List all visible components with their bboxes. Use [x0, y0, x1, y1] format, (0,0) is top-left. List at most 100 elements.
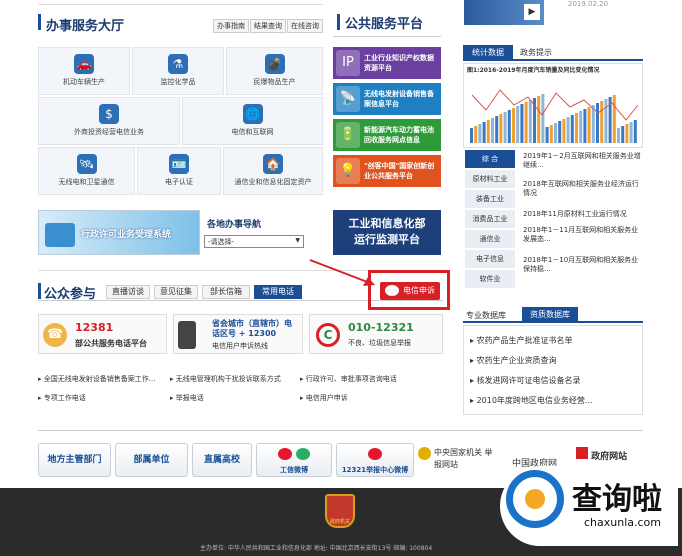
local-authorities-button[interactable]: 地方主管部门: [38, 443, 111, 477]
watermark-url: chaxunla.com: [584, 516, 661, 529]
chart-bar: [554, 123, 557, 143]
tile-label: 机动车辆生产: [63, 78, 105, 86]
tab-notice[interactable]: 政务提示: [520, 47, 552, 58]
region-select[interactable]: -请选择- ▼: [204, 235, 304, 248]
tab-opinion[interactable]: 意见征集: [154, 285, 198, 299]
licensing-banner[interactable]: 行政许可业务受理系统: [38, 210, 200, 255]
monitor-line1: 工业和信息化部: [348, 217, 426, 230]
hotline-12321[interactable]: C 010-12321 不良、垃圾信息举报: [309, 314, 443, 354]
tile-vehicle[interactable]: 🚗 机动车辆生产: [38, 47, 130, 95]
tile-explosive[interactable]: 💣 民爆物品生产: [226, 47, 323, 95]
chart-bar: [566, 117, 570, 143]
weibo-label: 工信微博: [280, 466, 308, 474]
chart-bar: [575, 113, 578, 143]
db-item[interactable]: ▸ 农药生产企业资质查询: [470, 355, 557, 366]
news-photo[interactable]: ▶: [464, 0, 544, 25]
tile-label: 电子认证: [165, 178, 193, 186]
play-icon: ▶: [524, 4, 540, 20]
stats-cat-telecom[interactable]: 通信业: [465, 230, 515, 249]
stats-cat-general[interactable]: 综 合: [465, 150, 515, 169]
service-hall-title: 办事服务大厅: [46, 19, 125, 34]
tab-professional-db[interactable]: 专业数据库: [466, 310, 506, 321]
stats-cat-electronics[interactable]: 电子信息: [465, 250, 515, 269]
stats-item[interactable]: 2018年1－10月互联网和相关服务业保持稳...: [523, 256, 643, 274]
tile-e-cert[interactable]: 🪪 电子认证: [137, 147, 221, 195]
chart-bar: [545, 127, 549, 143]
battery-icon: 🔋: [336, 122, 360, 148]
link-label: 全国无线电发射设备销售备案工作...: [43, 375, 156, 383]
subordinate-units-button[interactable]: 部属单位: [115, 443, 188, 477]
stats-cat-consumer[interactable]: 消费品工业: [465, 210, 515, 229]
stats-item[interactable]: 2018年互联网和相关服务业经济运行情况: [523, 180, 643, 198]
stats-cat-equipment[interactable]: 装备工业: [465, 190, 515, 209]
platform-title: 公共服务平台: [345, 17, 424, 32]
universities-button[interactable]: 直属高校: [192, 443, 252, 477]
participation-link[interactable]: ▸ 无线电管理机构干扰投诉联系方式: [170, 374, 281, 384]
platform-ip[interactable]: IP 工业行业知识产权数据资源平台: [333, 47, 441, 79]
chart-bar: [507, 110, 511, 143]
db-item-label: 农药生产企业资质查询: [476, 356, 557, 365]
chart-bar: [612, 95, 616, 143]
participation-link[interactable]: ▸ 专项工作电话: [38, 393, 86, 403]
db-item-label: 农药产品生产批准证书名单: [476, 336, 573, 345]
tab-stats[interactable]: 统计数据: [463, 45, 513, 61]
tile-radio[interactable]: 🛰 无线电和卫星通信: [38, 147, 135, 195]
tab-guide[interactable]: 办事指南: [213, 19, 249, 33]
chart-bar: [583, 109, 587, 143]
tile-fixed-assets[interactable]: 🏠 通信业和信息化固定资产: [223, 147, 323, 195]
platform-radio[interactable]: 📡 无线电发射设备销售备案信息平台: [333, 83, 441, 115]
tab-live-interview[interactable]: 直播访谈: [106, 285, 150, 299]
stats-item[interactable]: 2019年1－2月互联网和相关服务业增继续...: [523, 152, 643, 170]
db-item[interactable]: ▸ 2010年度跨地区电信业务经营...: [470, 395, 593, 406]
tab-online-consult[interactable]: 在线咨询: [287, 19, 323, 33]
chart-bar: [604, 99, 608, 143]
stats-item[interactable]: 2018年1－11月互联网和相关服务业发展态...: [523, 226, 643, 244]
participation-link[interactable]: ▸ 举报电话: [170, 393, 204, 403]
platform-battery[interactable]: 🔋 新能源汽车动力蓄电池回收服务网点信息: [333, 119, 441, 151]
chart-bars: [470, 94, 637, 143]
tile-internet[interactable]: 🌐 电信和互联网: [182, 97, 323, 145]
chevron-down-icon: ▼: [295, 237, 300, 244]
stop-sign-icon: C: [316, 323, 340, 347]
participation-link[interactable]: ▸ 全国无线电发射设备销售备案工作...: [38, 374, 155, 384]
mobile-icon: [178, 321, 196, 349]
participation-link[interactable]: ▸ 行政许可、审批事项咨询电话: [300, 374, 397, 384]
chat-bubble-icon: [385, 285, 399, 296]
chart-bar: [516, 106, 520, 143]
tab-qualification-db[interactable]: 资质数据库: [522, 307, 578, 323]
tab-minister-mailbox[interactable]: 部长信箱: [202, 285, 250, 299]
tab-result-query[interactable]: 结果查询: [250, 19, 286, 33]
link-label: 无线电管理机构干扰投诉联系方式: [175, 375, 281, 383]
tab-common-phones[interactable]: 常用电话: [254, 285, 302, 299]
weibo-icon: [278, 448, 293, 460]
weibo-icon: [368, 448, 382, 460]
tile-foreign-telecom[interactable]: $ 外商投资经营电信业务: [38, 97, 180, 145]
chart-bar: [549, 125, 553, 143]
complaint-button[interactable]: 电信申诉: [380, 282, 440, 300]
tile-chemical[interactable]: ⚗ 监控化学品: [132, 47, 224, 95]
chart-thumbnail[interactable]: 图1:2016-2019年月度汽车销量及同比变化情况: [463, 63, 643, 148]
tile-label: 电信和互联网: [231, 128, 274, 136]
weibo-button[interactable]: 工信微博: [256, 443, 332, 477]
dollar-icon: $: [99, 104, 119, 124]
gov-website-link[interactable]: 政府网站: [576, 447, 642, 467]
footer-logo: 政府机关: [325, 494, 355, 528]
chart-bar: [470, 128, 473, 143]
central-report-link[interactable]: 中央国家机关 举报网站: [418, 447, 494, 471]
stats-cat-software[interactable]: 软件业: [465, 270, 515, 289]
db-item[interactable]: ▸ 农药产品生产批准证书名单: [470, 335, 573, 346]
region-select-value: -请选择-: [208, 238, 235, 246]
stats-cat-raw-material[interactable]: 原材料工业: [465, 170, 515, 189]
stats-item[interactable]: 2018年11月原材料工业运行情况: [523, 210, 643, 219]
hotline-12381[interactable]: ☎ 12381 部公共服务电话平台: [38, 314, 167, 354]
hotline-desc: 部公共服务电话平台: [75, 339, 147, 348]
chart-bar: [621, 126, 625, 143]
monitor-banner[interactable]: 工业和信息化部 运行监测平台: [333, 210, 441, 255]
chart-bar: [486, 120, 490, 143]
db-item[interactable]: ▸ 核发进网许可证电信设备名录: [470, 375, 581, 386]
platform-innovation[interactable]: 💡 "创客中国"国家创新创业公共服务平台: [333, 155, 441, 187]
report-center-weibo-button[interactable]: 12321举报中心微博: [336, 443, 414, 477]
chart-bar: [520, 104, 524, 143]
participation-link[interactable]: ▸ 电信用户申诉: [300, 393, 348, 403]
hotline-12300[interactable]: 省会城市（直辖市）电话区号 + 12300 电信用户申诉热线: [173, 314, 303, 354]
